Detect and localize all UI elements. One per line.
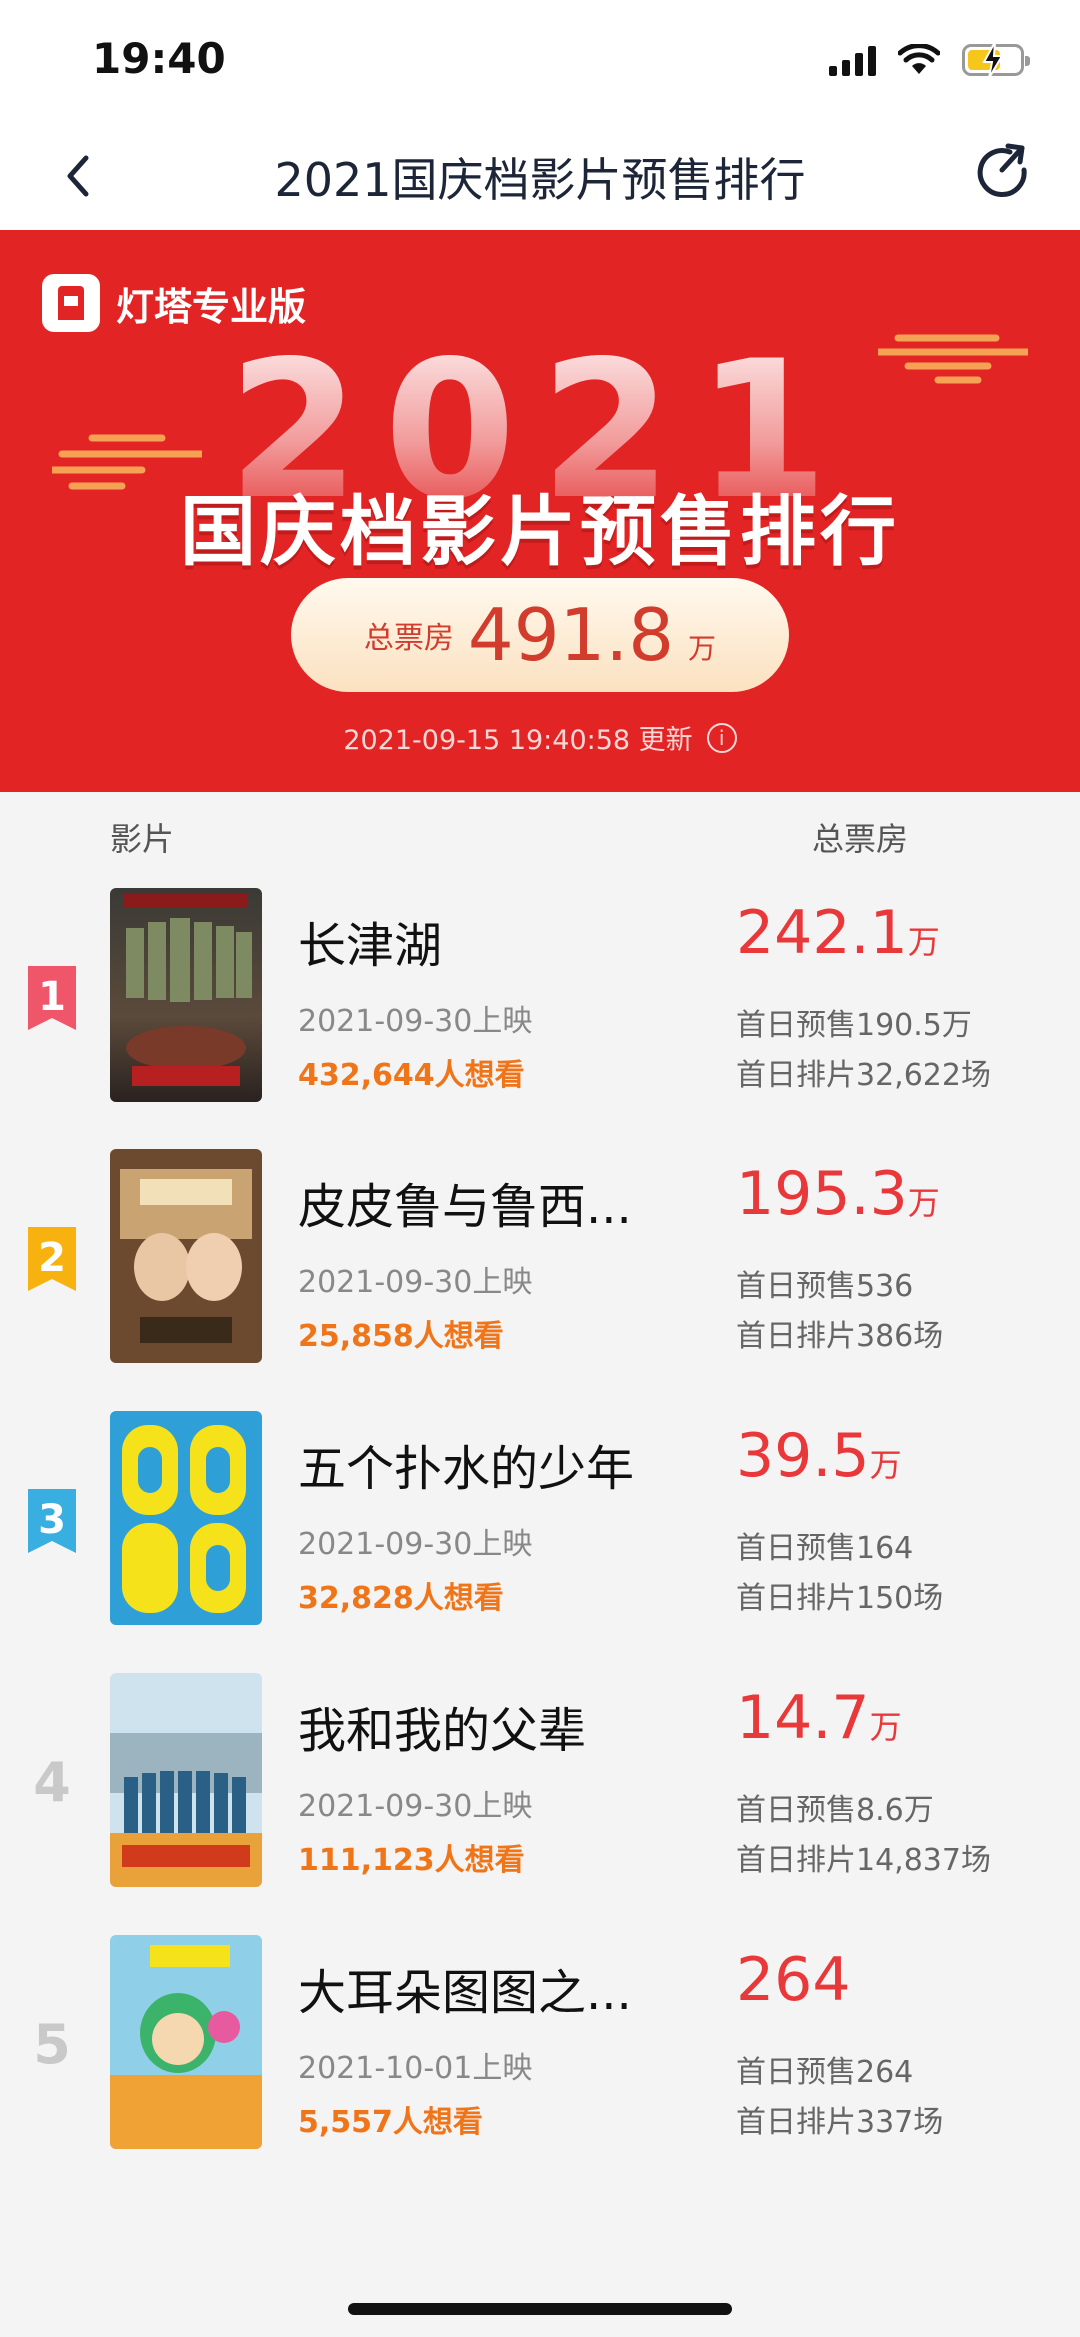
first-day-presale: 首日预售8.6万 [736, 1793, 934, 1828]
rank-badge: 1 [24, 966, 80, 1030]
rank-number: 1 [38, 974, 66, 1020]
first-day-schedule: 首日排片14,837场 [736, 1843, 991, 1878]
release-date: 2021-09-30上映 [298, 1527, 533, 1562]
box-office-unit: 万 [869, 1446, 902, 1484]
film-poster[interactable] [110, 1149, 262, 1363]
want-count: 32,828人想看 [298, 1581, 504, 1616]
box-office: 14.7万 [736, 1683, 902, 1753]
want-count: 432,644人想看 [298, 1058, 525, 1093]
first-day-presale: 首日预售264 [736, 2055, 914, 2090]
film-title[interactable]: 五个扑水的少年 [298, 1429, 698, 1499]
box-office: 195.3万 [736, 1159, 940, 1229]
info-icon[interactable]: i [706, 722, 737, 753]
film-row[interactable]: 4 我和我的父辈 2021-09-30上映 111,123人想看 14.7万 首… [0, 1673, 1080, 1935]
wifi-icon [898, 44, 940, 74]
box-office-unit: 万 [869, 1708, 902, 1746]
film-title[interactable]: 长津湖 [298, 906, 698, 976]
box-office-value: 195.3 [736, 1159, 908, 1229]
want-count: 111,123人想看 [298, 1843, 525, 1878]
film-poster[interactable] [110, 1673, 262, 1887]
battery-icon [962, 41, 1030, 79]
film-title[interactable]: 皮皮鲁与鲁西... [298, 1167, 698, 1237]
home-indicator[interactable] [348, 2303, 732, 2315]
update-info: 2021-09-15 19:40:58 更新 i [0, 718, 1080, 757]
rank-badge: 3 [24, 1489, 80, 1553]
film-poster[interactable] [110, 1411, 262, 1625]
film-title[interactable]: 我和我的父辈 [298, 1691, 698, 1761]
box-office-value: 14.7 [736, 1683, 870, 1753]
status-bar: 19:40 [0, 0, 1080, 120]
first-day-schedule: 首日排片337场 [736, 2105, 944, 2140]
share-icon [977, 143, 1027, 198]
column-box-office: 总票房 [812, 820, 909, 858]
box-office: 39.5万 [736, 1421, 902, 1491]
box-office: 242.1万 [736, 898, 940, 968]
rank-number: 3 [38, 1497, 66, 1543]
rank-number: 5 [33, 2013, 71, 2076]
cellular-signal-icon [829, 44, 876, 76]
nav-bar: 2021国庆档影片预售排行 [0, 120, 1080, 230]
film-row[interactable]: 3 五个扑水的少年 2021-09-30上映 32,828人想看 39.5万 首… [0, 1411, 1080, 1673]
release-date: 2021-09-30上映 [298, 1789, 533, 1824]
first-day-presale: 首日预售164 [736, 1531, 914, 1566]
film-poster[interactable] [110, 888, 262, 1102]
rank-number: 4 [33, 1751, 71, 1814]
page-title: 2021国庆档影片预售排行 [274, 153, 806, 207]
first-day-presale: 首日预售190.5万 [736, 1008, 972, 1043]
film-row[interactable]: 2 皮皮鲁与鲁西... 2021-09-30上映 25,858人想看 195.3… [0, 1149, 1080, 1411]
first-day-schedule: 首日排片32,622场 [736, 1058, 991, 1093]
first-day-schedule: 首日排片386场 [736, 1319, 944, 1354]
film-row[interactable]: 5 大耳朵图图之... 2021-10-01上映 5,557人想看 264 首日… [0, 1935, 1080, 2197]
total-box-office-unit: 万 [688, 632, 717, 665]
first-day-presale: 首日预售536 [736, 1269, 914, 1304]
status-time: 19:40 [92, 34, 226, 83]
column-film: 影片 [110, 820, 175, 858]
share-button[interactable] [970, 140, 1034, 204]
list-header: 影片 总票房 [0, 792, 1080, 880]
update-time: 2021-09-15 19:40:58 更新 [343, 725, 693, 756]
banner-title: 国庆档影片预售排行 [180, 487, 900, 576]
box-office-value: 242.1 [736, 898, 908, 968]
rank-badge: 2 [24, 1227, 80, 1291]
box-office-value: 264 [736, 1945, 851, 2015]
release-date: 2021-10-01上映 [298, 2051, 533, 2086]
rank-number: 2 [38, 1235, 66, 1281]
status-icons [829, 40, 1030, 80]
want-count: 25,858人想看 [298, 1319, 504, 1354]
release-date: 2021-09-30上映 [298, 1004, 533, 1039]
film-poster[interactable] [110, 1935, 262, 2149]
film-row[interactable]: 1 长津湖 2021-09-30上映 432,644人想看 242.1万 首日预… [0, 888, 1080, 1150]
total-box-office-pill: 总票房 491.8 万 [291, 578, 789, 692]
want-count: 5,557人想看 [298, 2105, 483, 2140]
first-day-schedule: 首日排片150场 [736, 1581, 944, 1616]
film-title[interactable]: 大耳朵图图之... [298, 1953, 698, 2023]
hero-banner: 灯塔专业版 2021 国庆档影片预售排行 总票房 491.8 万 2021-09… [0, 230, 1080, 792]
box-office-value: 39.5 [736, 1421, 870, 1491]
total-box-office-label: 总票房 [363, 621, 454, 656]
total-box-office-value: 491.8 [467, 593, 675, 677]
box-office-unit: 万 [907, 1184, 940, 1222]
release-date: 2021-09-30上映 [298, 1265, 533, 1300]
box-office-unit: 万 [907, 923, 940, 961]
box-office: 264 [736, 1945, 851, 2015]
